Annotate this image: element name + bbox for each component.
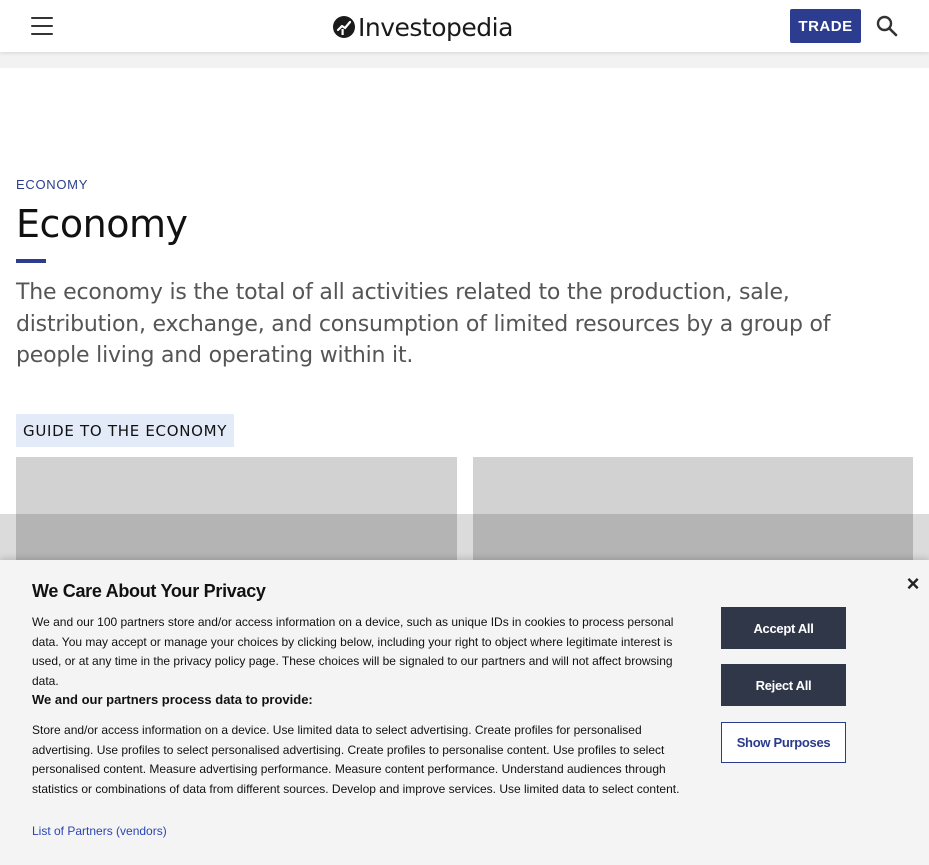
privacy-paragraph: We and our 100 partners store and/or acc… [32,615,674,688]
close-icon[interactable]: × [903,573,923,595]
partners-link[interactable]: List of Partners (vendors) [32,824,167,838]
investopedia-logo-icon [333,16,355,38]
search-icon[interactable] [876,15,898,37]
hamburger-icon[interactable] [31,17,53,35]
privacy-subheading: We and our partners process data to prov… [32,692,313,707]
reject-all-button[interactable]: Reject All [721,664,846,706]
guide-label: GUIDE TO THE ECONOMY [16,414,235,447]
site-logo[interactable]: Investopedia [332,12,513,42]
show-purposes-button[interactable]: Show Purposes [721,722,846,763]
trade-button[interactable]: TRADE [790,9,861,43]
category-link[interactable]: ECONOMY [16,177,88,192]
privacy-title: We Care About Your Privacy [32,581,266,601]
intro-text: The economy is the total of all activiti… [16,280,831,368]
privacy-purposes-paragraph: Store and/or access information on a dev… [32,723,680,796]
logo-text: Investopedia [358,12,513,42]
accept-all-button[interactable]: Accept All [721,607,846,649]
title-underline [16,259,46,263]
privacy-banner: We Care About Your Privacy × We and our … [0,560,929,865]
ad-placeholder [0,52,929,68]
site-header: Investopedia TRADE [0,0,929,52]
page-title: Economy [16,202,188,246]
